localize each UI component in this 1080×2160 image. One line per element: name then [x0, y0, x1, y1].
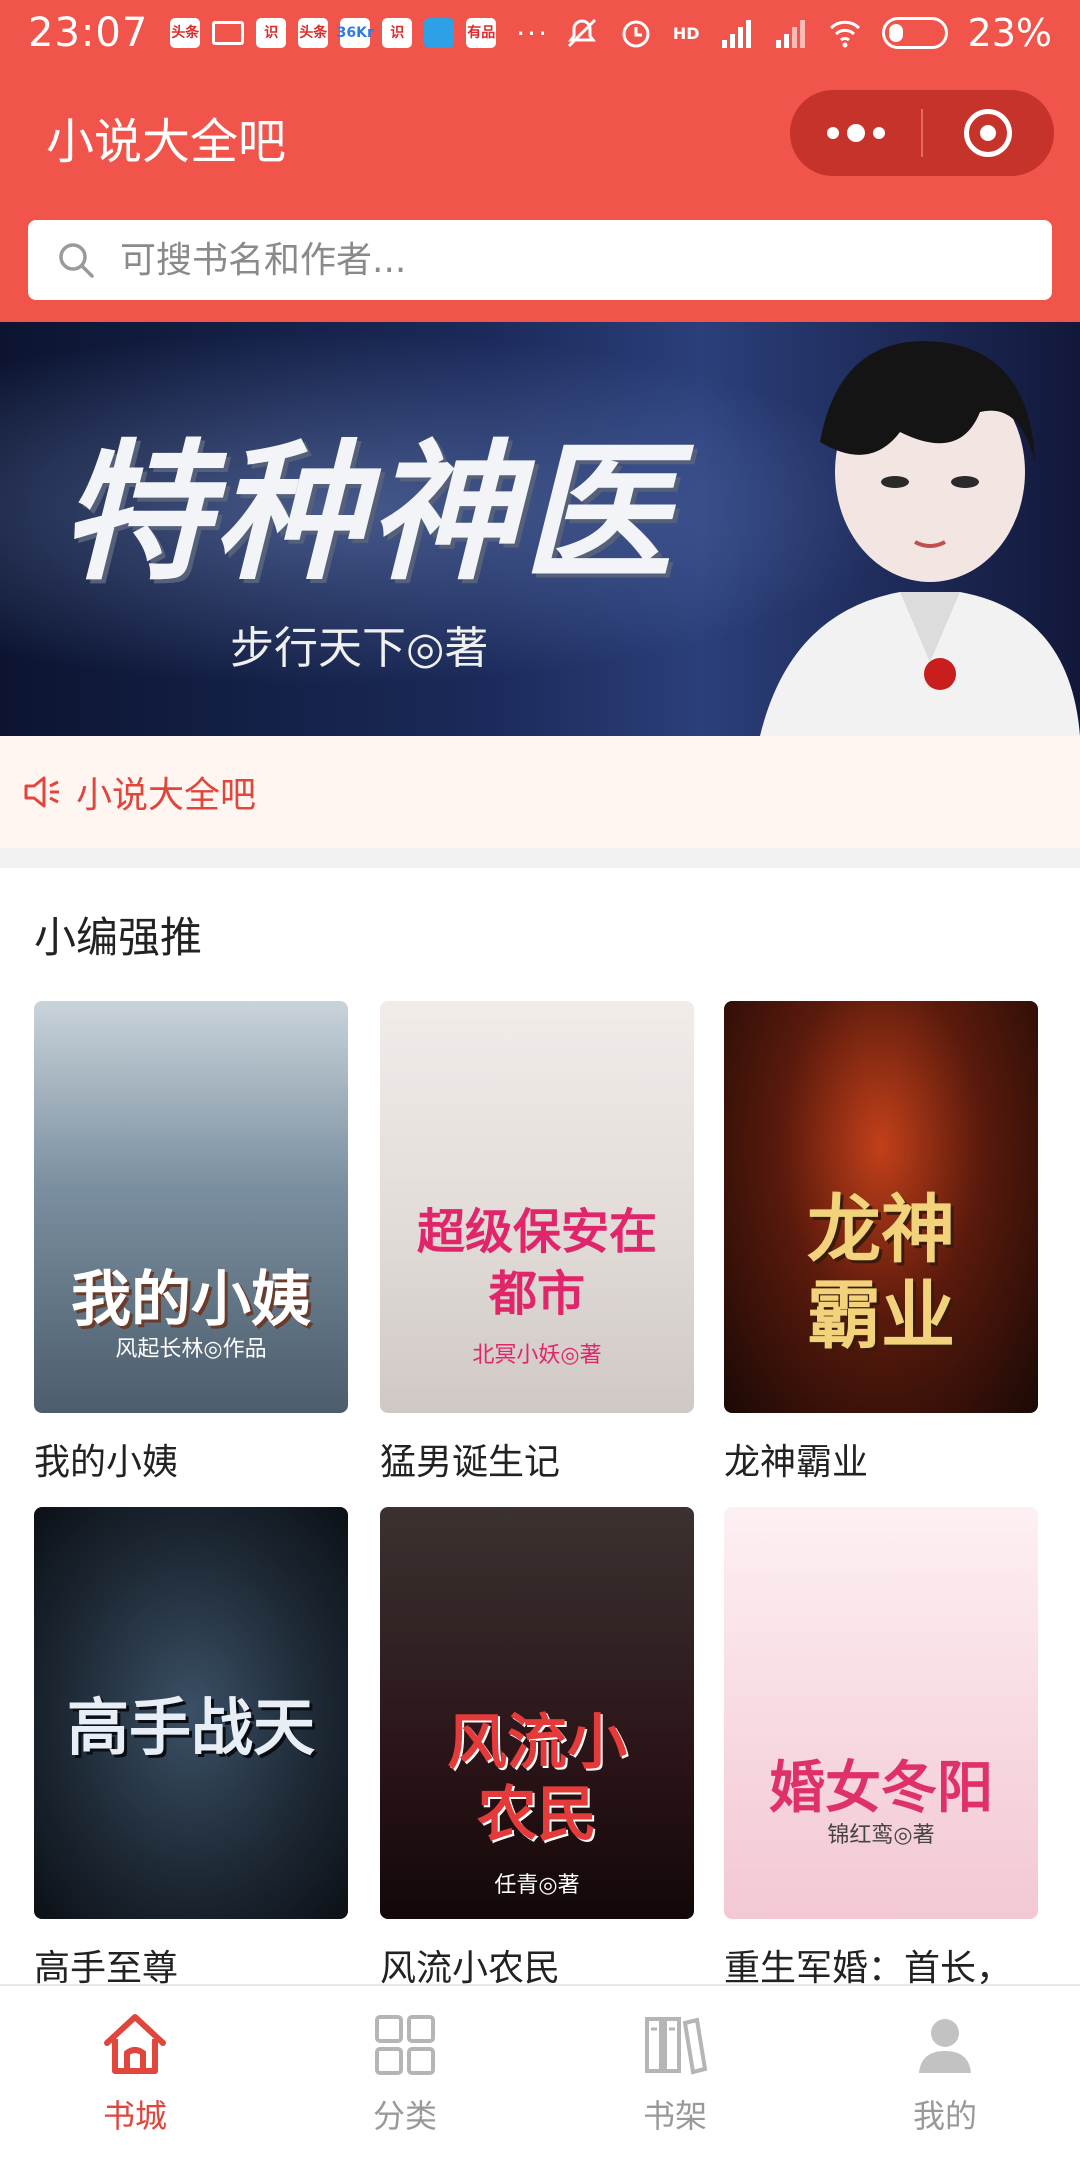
book-card[interactable]: 龙神霸业 龙神霸业 [724, 1001, 1038, 1485]
mini-program-capsule [790, 90, 1054, 176]
page-title: 小说大全吧 [46, 114, 287, 170]
cover-title: 婚女冬阳 [769, 1755, 993, 1821]
cover-subtitle: 风起长林◎作品 [115, 1337, 267, 1362]
cover-title: 超级保安在都市 [416, 1204, 657, 1322]
cover-title: 我的小姨 [71, 1265, 311, 1335]
notice-text: 小说大全吧 [76, 775, 257, 816]
more-notifications-indicator: ··· [516, 16, 549, 50]
cover-subtitle: 任青◎著 [494, 1873, 580, 1898]
battery-percent: 23% [967, 11, 1052, 55]
book-card[interactable]: 超级保安在都市 北冥小妖◎著 猛男诞生记 [380, 1001, 694, 1485]
cover-subtitle: 北冥小妖◎著 [472, 1343, 602, 1368]
promo-banner[interactable]: 特种神医 步行天下◎著 [0, 322, 1080, 736]
tab-mine[interactable]: 我的 [810, 1986, 1080, 2160]
grid-icon [375, 2015, 435, 2075]
notification-badge: 头条 [298, 18, 329, 48]
cover-title: 龙神霸业 [807, 1187, 955, 1359]
close-mini-program-button[interactable] [923, 90, 1054, 176]
battery-icon [881, 17, 948, 49]
cover-title: 高手战天 [66, 1691, 315, 1764]
app-header: 小说大全吧 [0, 66, 1080, 322]
network-type: HD [672, 23, 700, 43]
book-title: 龙神霸业 [724, 1442, 869, 1483]
book-card[interactable]: 高手战天 高手至尊 [34, 1507, 348, 1991]
signal-icon [775, 20, 805, 48]
status-time: 23:07 [28, 10, 149, 56]
signal-icon [721, 20, 751, 48]
notification-icons: 头条 识 头条 36Kr 识 有品 ··· [170, 17, 549, 50]
book-cover: 风流小农民 任青◎著 [380, 1507, 694, 1919]
notification-badge: 识 [382, 18, 413, 48]
home-icon [104, 2014, 166, 2074]
book-title: 我的小姨 [34, 1442, 179, 1483]
tab-bookstore[interactable]: 书城 [0, 1986, 270, 2160]
more-dots-icon [826, 124, 885, 142]
search-input[interactable] [118, 238, 1052, 282]
book-cover: 龙神霸业 [724, 1001, 1038, 1413]
mail-icon [212, 21, 245, 45]
book-cover: 超级保安在都市 北冥小妖◎著 [380, 1001, 694, 1413]
book-cover: 高手战天 [34, 1507, 348, 1919]
section-title: 小编强推 [34, 913, 203, 962]
mute-icon [567, 18, 596, 48]
user-icon [919, 2019, 971, 2073]
book-card[interactable]: 风流小农民 任青◎著 风流小农民 [380, 1507, 694, 1991]
more-button[interactable] [790, 90, 921, 176]
banner-book-title: 特种神医 [60, 425, 677, 601]
message-icon [424, 18, 455, 48]
book-cover: 我的小姨 风起长林◎作品 [34, 1001, 348, 1413]
tab-label: 分类 [372, 2097, 437, 2135]
alarm-icon [622, 20, 650, 48]
book-card[interactable]: 我的小姨 风起长林◎作品 我的小姨 [34, 1001, 348, 1485]
bottom-tab-bar: 书城 分类 书架 我的 [0, 1984, 1080, 2160]
status-bar: 23:07 头条 识 头条 36Kr 识 有品 ··· HD 23% [0, 0, 1080, 66]
bookshelf-icon [645, 2017, 708, 2075]
wifi-icon [829, 20, 860, 48]
search-icon [59, 243, 94, 278]
tab-category[interactable]: 分类 [270, 1986, 540, 2160]
tab-label: 我的 [912, 2097, 977, 2135]
target-icon [964, 109, 1013, 157]
notification-badge: 有品 [466, 18, 497, 48]
book-title: 猛男诞生记 [380, 1442, 561, 1483]
book-cover: 婚女冬阳 锦红鸾◎著 [724, 1507, 1038, 1919]
search-bar[interactable] [28, 220, 1052, 300]
banner-author: 步行天下◎著 [230, 623, 489, 674]
notification-badge: 36Kr [337, 18, 374, 48]
banner-character-illustration [760, 341, 1080, 736]
notification-badge: 头条 [170, 18, 201, 48]
tab-label: 书架 [642, 2097, 707, 2135]
notification-badge: 识 [256, 18, 287, 48]
cover-subtitle: 锦红鸾◎著 [827, 1823, 935, 1848]
book-card[interactable]: 婚女冬阳 锦红鸾◎著 重生军婚：首长， [724, 1507, 1038, 1991]
section-divider [0, 848, 1080, 868]
tab-label: 书城 [102, 2097, 167, 2135]
cover-title: 风流小农民 [447, 1708, 627, 1850]
speaker-icon [24, 776, 59, 808]
notice-bar[interactable]: 小说大全吧 [0, 736, 1080, 848]
tab-bookshelf[interactable]: 书架 [540, 1986, 810, 2160]
